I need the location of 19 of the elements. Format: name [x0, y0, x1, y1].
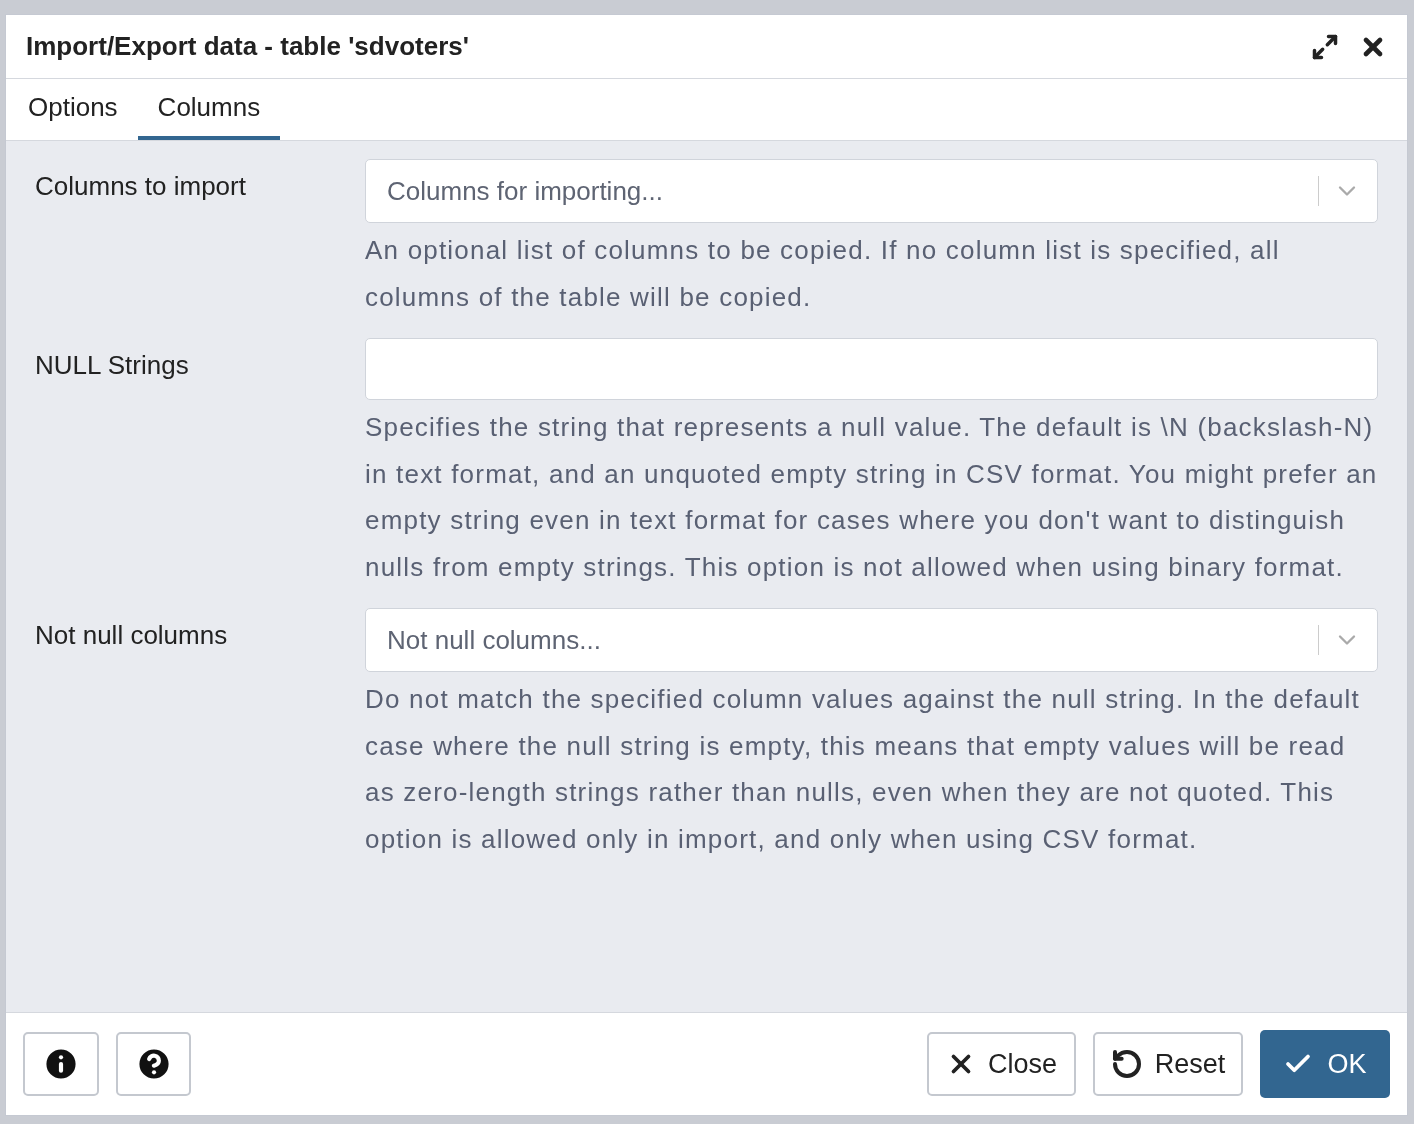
ok-button[interactable]: OK — [1260, 1030, 1390, 1098]
close-button[interactable]: Close — [927, 1032, 1076, 1096]
field-label: Columns to import — [35, 170, 247, 203]
maximize-icon[interactable] — [1311, 32, 1339, 61]
help-text: An optional list of columns to be copied. If no column list is specified, all columns of the table will be copied. — [365, 234, 1281, 314]
field-label: Not null columns — [35, 619, 229, 652]
field-label: NULL Strings — [35, 349, 190, 382]
help-text: Specifies the string that represents a null value. The default is \N (backslash-N) in text format, and an unquoted empty string in CSV format. You might prefer an empty string even in text format for cases where you don't want to distinguish nulls from empty strings. This option is not allowed when using binary format. — [365, 411, 1378, 584]
reset-icon — [1110, 1048, 1143, 1080]
tab[interactable]: Columns — [137, 78, 281, 140]
select-field[interactable]: Not null columns... — [365, 608, 1378, 672]
help-button[interactable] — [116, 1032, 191, 1096]
input-field[interactable] — [365, 338, 1378, 400]
info-button[interactable] — [23, 1032, 99, 1096]
tab[interactable]: Options — [8, 78, 138, 140]
select-field[interactable]: Columns for importing... — [365, 159, 1378, 223]
help-text: Do not match the specified column values against the null string. In the default case where the null string is empty, this means that empty values will be read as zero-length strings rather than nulls, even when they are not quoted. This option is allowed only in import, and only when using CSV format. — [365, 683, 1361, 856]
reset-button[interactable]: Reset — [1093, 1032, 1243, 1096]
window-title: Import/Export data - table 'sdvoters' — [26, 30, 470, 63]
